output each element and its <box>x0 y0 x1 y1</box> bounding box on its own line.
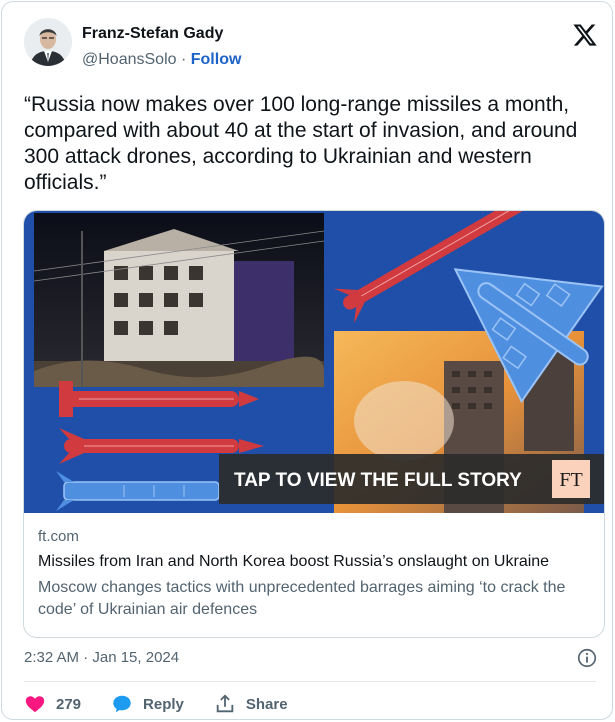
share-button[interactable]: Share <box>214 693 288 715</box>
tweet-timestamp[interactable]: 2:32 AM · Jan 15, 2024 <box>24 649 179 666</box>
avatar[interactable] <box>24 18 72 66</box>
separator-dot: · <box>180 51 187 68</box>
reply-button[interactable]: Reply <box>111 693 184 715</box>
info-icon[interactable] <box>576 647 598 669</box>
article-image[interactable]: TAP TO VIEW THE FULL STORY FT <box>24 211 604 513</box>
author-handle[interactable]: @HoansSolo <box>82 51 177 68</box>
card-domain: ft.com <box>38 528 79 545</box>
link-preview-card[interactable]: TAP TO VIEW THE FULL STORY FT ft.com Mis… <box>23 210 605 638</box>
card-title[interactable]: Missiles from Iran and North Korea boost… <box>38 552 592 572</box>
card-description: Moscow changes tactics with unprecedente… <box>38 579 566 618</box>
heart-icon <box>25 696 45 713</box>
share-icon <box>216 694 234 713</box>
card-info: ft.com Missiles from Iran and North Kore… <box>38 527 592 621</box>
follow-button[interactable]: Follow <box>191 51 242 68</box>
x-logo-icon[interactable] <box>572 22 598 48</box>
card-overlay-text: TAP TO VIEW THE FULL STORY <box>234 470 522 491</box>
ft-badge: FT <box>559 469 582 491</box>
author-name[interactable]: Franz-Stefan Gady <box>82 25 223 43</box>
like-count: 279 <box>56 695 82 713</box>
reply-label: Reply <box>143 695 184 713</box>
tweet-card: Franz-Stefan Gady @HoansSolo · Follow “R… <box>1 1 613 720</box>
action-bar: 279 Reply Share <box>24 691 318 717</box>
share-label: Share <box>245 695 288 713</box>
timestamp-row: 2:32 AM · Jan 15, 2024 <box>24 647 598 671</box>
like-button[interactable]: 279 <box>24 693 81 715</box>
tweet-header: Franz-Stefan Gady @HoansSolo · Follow <box>24 18 600 76</box>
reply-bubble-icon <box>113 695 131 713</box>
divider <box>24 681 596 682</box>
tweet-text: “Russia now makes over 100 long-range mi… <box>24 93 578 194</box>
author-handle-line: @HoansSolo · Follow <box>82 51 241 69</box>
